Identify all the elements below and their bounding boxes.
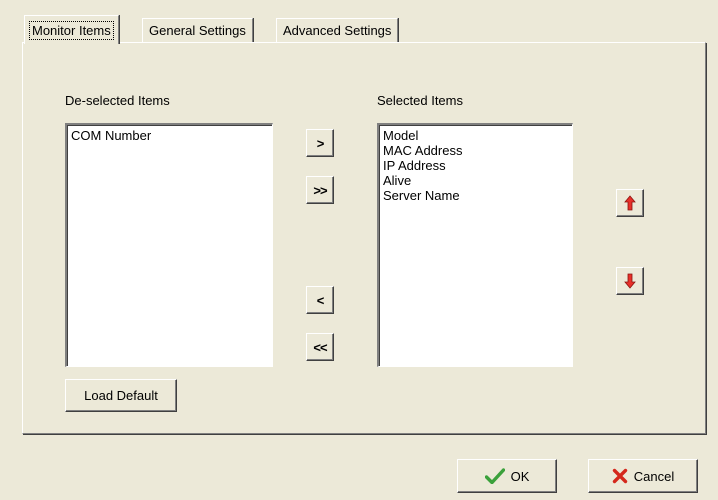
list-item[interactable]: MAC Address xyxy=(383,143,568,158)
arrow-down-icon xyxy=(624,273,636,289)
tab-label: Advanced Settings xyxy=(283,23,392,38)
tab-general-settings[interactable]: General Settings xyxy=(142,18,253,42)
list-item[interactable]: IP Address xyxy=(383,158,568,173)
selected-items-label: Selected Items xyxy=(377,93,463,108)
load-default-button[interactable]: Load Default xyxy=(65,379,177,412)
chevron-left-icon: < xyxy=(316,292,325,308)
move-down-button[interactable] xyxy=(616,267,644,295)
tab-page-monitor-items: De-selected Items Selected Items COM Num… xyxy=(22,42,706,434)
tab-label: Monitor Items xyxy=(29,21,114,40)
cancel-button[interactable]: Cancel xyxy=(588,459,698,493)
x-mark-icon xyxy=(612,468,627,484)
load-default-label: Load Default xyxy=(84,388,158,403)
remove-selected-button[interactable]: < xyxy=(306,286,334,314)
double-chevron-right-icon: >> xyxy=(313,182,327,198)
list-item[interactable]: Server Name xyxy=(383,188,568,203)
tab-label: General Settings xyxy=(149,23,246,38)
list-item[interactable]: Model xyxy=(383,128,568,143)
ok-button[interactable]: OK xyxy=(457,459,557,493)
tab-advanced-settings[interactable]: Advanced Settings xyxy=(276,18,399,42)
list-item[interactable]: Alive xyxy=(383,173,568,188)
deselected-items-label: De-selected Items xyxy=(65,93,170,108)
move-up-button[interactable] xyxy=(616,189,644,217)
cancel-label: Cancel xyxy=(633,468,675,484)
checkmark-icon xyxy=(484,468,505,484)
list-item[interactable]: COM Number xyxy=(71,128,268,143)
double-chevron-left-icon: << xyxy=(313,339,327,355)
ok-label: OK xyxy=(510,468,530,484)
deselected-items-list[interactable]: COM Number xyxy=(65,123,273,367)
add-all-button[interactable]: >> xyxy=(306,176,334,204)
add-selected-button[interactable]: > xyxy=(306,129,334,157)
tab-monitor-items[interactable]: Monitor Items xyxy=(24,15,119,44)
chevron-right-icon: > xyxy=(316,135,325,151)
remove-all-button[interactable]: << xyxy=(306,333,334,361)
selected-items-list[interactable]: Model MAC Address IP Address Alive Serve… xyxy=(377,123,573,367)
arrow-up-icon xyxy=(624,195,636,211)
